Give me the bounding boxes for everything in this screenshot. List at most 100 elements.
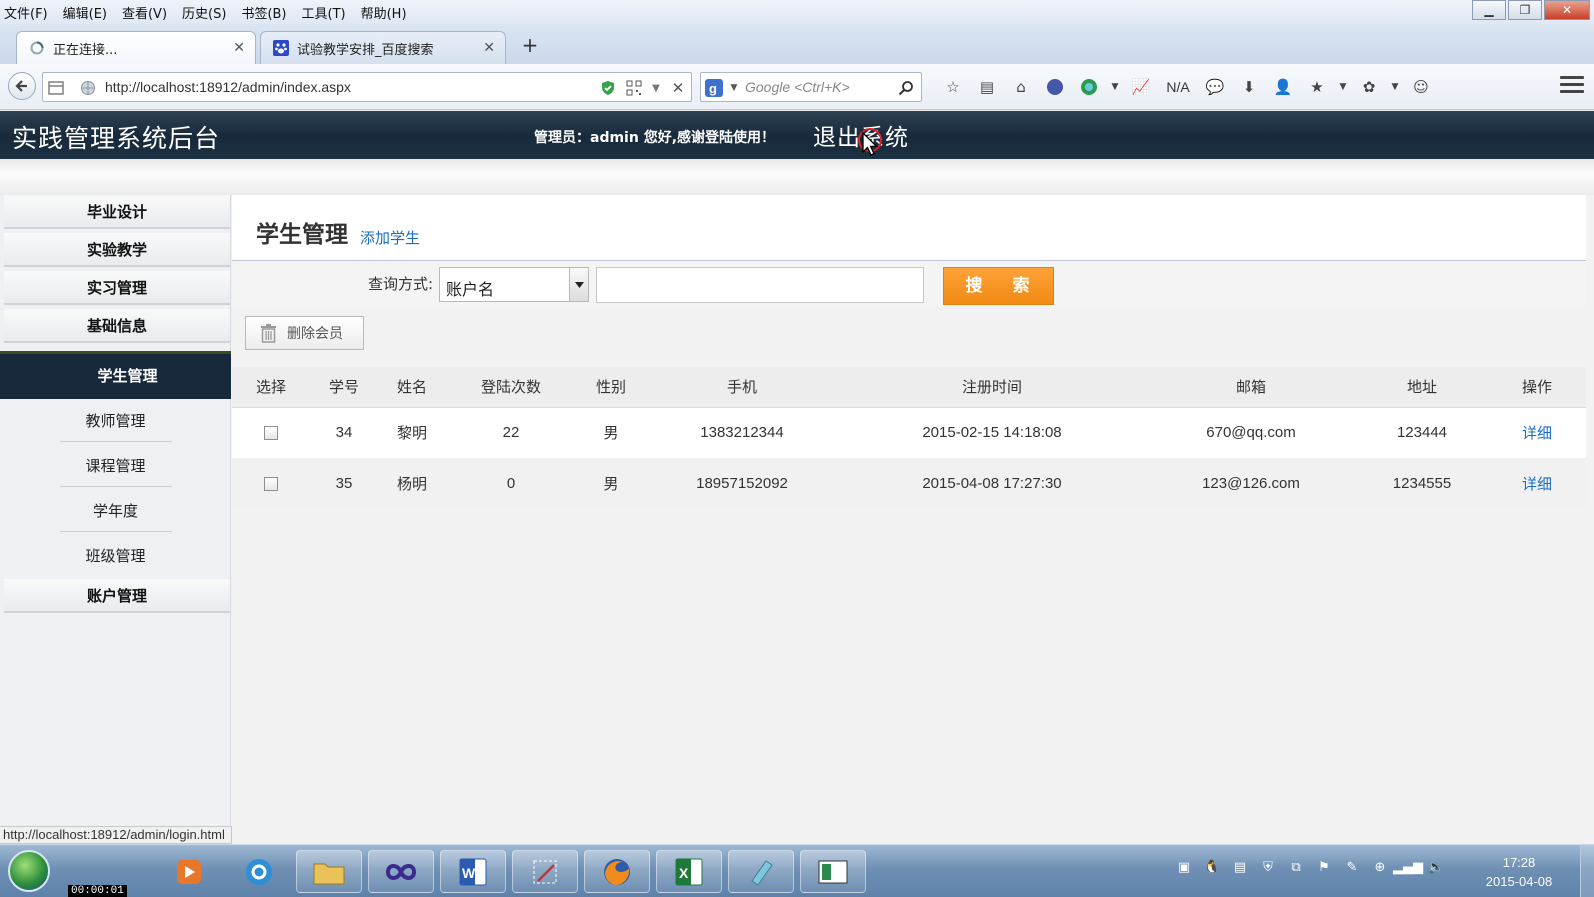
home-icon[interactable]: ⌂ [1004, 74, 1038, 100]
addon-leaf-icon[interactable]: ✿ [1352, 74, 1386, 100]
menu-history[interactable]: 历史(S) [182, 3, 226, 22]
tab-baidu-search[interactable]: 试验教学安排_百度搜索 ✕ [260, 31, 506, 64]
excel-icon[interactable]: X [656, 850, 722, 893]
star-dropdown-icon[interactable]: ▼ [1334, 74, 1352, 100]
notepad-icon[interactable] [728, 850, 794, 893]
star-badge-icon[interactable]: ★ [1300, 74, 1334, 100]
detail-link[interactable]: 详细 [1522, 476, 1552, 493]
site-title: 实践管理系统后台 [12, 124, 221, 153]
word-icon[interactable]: W [440, 850, 506, 893]
file-explorer-icon[interactable] [296, 850, 362, 893]
tray-flag-icon[interactable]: ⚑ [1310, 855, 1338, 879]
taskbar-clock[interactable]: 17:28 2015-04-08 [1478, 853, 1560, 891]
download-icon[interactable]: ⬇ [1232, 74, 1266, 100]
table-row: 35 杨明 0 男 18957152092 2015-04-08 17:27:3… [232, 458, 1586, 509]
sidebar-cat-accounts[interactable]: 账户管理 [4, 579, 230, 613]
tab-close-icon[interactable]: ✕ [233, 40, 245, 56]
col-header-phone: 手机 [646, 367, 838, 408]
tray-tool-icon[interactable]: ✎ [1338, 855, 1366, 879]
stop-loading-icon[interactable]: ✕ [669, 79, 687, 97]
menu-view[interactable]: 查看(V) [122, 3, 167, 22]
start-button[interactable] [8, 850, 50, 892]
addon-globe-icon[interactable] [1072, 74, 1106, 100]
engine-dropdown-icon[interactable]: ▼ [725, 79, 743, 97]
addon-circle-icon[interactable] [1038, 74, 1072, 100]
dropdown-icon[interactable]: ▼ [647, 79, 665, 97]
add-student-link[interactable]: 添加学生 [360, 227, 420, 248]
address-bar[interactable]: http://localhost:18912/admin/index.aspx … [42, 72, 692, 102]
click-indicator-icon [858, 128, 882, 152]
registered-time: 2015-02-15 14:18:08 [838, 407, 1146, 458]
sidebar-item-courses[interactable]: 课程管理 [0, 444, 231, 489]
volume-icon[interactable]: 🔈 [1422, 855, 1450, 879]
menu-help[interactable]: 帮助(H) [361, 3, 407, 22]
tab-close-icon[interactable]: ✕ [483, 40, 495, 56]
emoji-icon[interactable]: ☺ [1404, 74, 1438, 100]
leaf-dropdown-icon[interactable]: ▼ [1386, 74, 1404, 100]
qq-icon[interactable]: 🐧 [1198, 855, 1226, 879]
chevron-down-icon[interactable] [569, 268, 588, 301]
search-icon[interactable] [897, 79, 915, 97]
col-header-gender: 性别 [576, 367, 646, 408]
close-window-icon[interactable]: ✕ [1544, 0, 1590, 20]
new-tab-button[interactable]: + [518, 34, 542, 58]
snipping-tool-icon[interactable] [512, 850, 578, 893]
network-app-icon[interactable] [226, 850, 292, 893]
addon-dropdown-icon[interactable]: ▼ [1106, 74, 1124, 100]
browser-toolbar-icons: ☆ ▤ ⌂ ▼ 📈 N/A 💬 ⬇ 👤 ★ ▼ ✿ ▼ ☺ [936, 74, 1438, 100]
user-icon[interactable]: 👤 [1266, 74, 1300, 100]
menu-bookmarks[interactable]: 书签(B) [241, 3, 286, 22]
loading-spinner-icon [29, 40, 45, 56]
tab-loading[interactable]: 正在连接... ✕ [16, 31, 256, 64]
email: 670@qq.com [1146, 407, 1356, 458]
tray-clipboard-icon[interactable]: ▤ [1226, 855, 1254, 879]
search-mode-select[interactable]: 账户名 [439, 267, 589, 302]
firefox-icon[interactable] [584, 850, 650, 893]
baidu-paw-icon [273, 40, 289, 56]
sidebar-cat-internship[interactable]: 实习管理 [4, 271, 230, 305]
qr-code-icon[interactable] [625, 79, 643, 97]
menu-edit[interactable]: 编辑(E) [63, 3, 107, 22]
bookmark-star-icon[interactable]: ☆ [936, 74, 970, 100]
col-header-address: 地址 [1356, 367, 1488, 408]
security-shield-icon[interactable]: ⛨ [1254, 855, 1282, 879]
bookmarks-list-icon[interactable]: ▤ [970, 74, 1004, 100]
restore-icon[interactable]: ❐ [1508, 0, 1542, 20]
visual-studio-icon[interactable] [368, 850, 434, 893]
page-info-icon[interactable] [47, 79, 65, 97]
shield-check-icon[interactable] [599, 79, 617, 97]
row-select-cell [232, 458, 310, 509]
google-engine-icon[interactable]: g [705, 79, 723, 97]
col-header-logins: 登陆次数 [446, 367, 576, 408]
chat-bubble-icon[interactable]: 💬 [1198, 74, 1232, 100]
stats-icon[interactable]: 📈 [1124, 74, 1158, 100]
screen-recorder-icon[interactable] [800, 850, 866, 893]
detail-link[interactable]: 详细 [1522, 425, 1552, 442]
tray-plus-icon[interactable]: ⊕ [1366, 855, 1394, 879]
search-button[interactable]: 搜 索 [943, 267, 1054, 305]
sidebar-cat-basic-info[interactable]: 基础信息 [4, 309, 230, 343]
sidebar-cat-lab-teaching[interactable]: 实验教学 [4, 233, 230, 267]
show-desktop-button[interactable] [1580, 845, 1594, 897]
sidebar-item-classes[interactable]: 班级管理 [0, 534, 231, 579]
network-devices-icon[interactable]: ⧉ [1282, 855, 1310, 879]
menu-tools[interactable]: 工具(T) [302, 3, 346, 22]
delete-member-button[interactable]: 删除会员 [245, 316, 364, 350]
tray-app-icon[interactable]: ▣ [1170, 855, 1198, 879]
menu-file[interactable]: 文件(F) [4, 3, 48, 22]
signal-strength-icon[interactable]: ▂▄▆ [1393, 855, 1423, 879]
search-input[interactable] [596, 267, 924, 303]
back-button[interactable] [8, 72, 36, 100]
sidebar-item-school-year[interactable]: 学年度 [0, 489, 231, 534]
sidebar-item-students[interactable]: 学生管理 [0, 351, 231, 399]
web-search-bar[interactable]: g ▼ Google <Ctrl+K> [700, 72, 922, 102]
page-title: 学生管理 [256, 222, 348, 248]
media-player-icon[interactable] [156, 850, 222, 893]
sidebar-cat-graduation-design[interactable]: 毕业设计 [4, 195, 230, 229]
row-checkbox[interactable] [264, 477, 278, 492]
sidebar-item-teachers[interactable]: 教师管理 [0, 399, 231, 444]
recording-timer: 00:00:01 [68, 885, 127, 897]
row-checkbox[interactable] [264, 426, 278, 441]
minimize-icon[interactable]: ▁ [1472, 0, 1506, 20]
menu-hamburger-icon[interactable] [1560, 76, 1584, 98]
